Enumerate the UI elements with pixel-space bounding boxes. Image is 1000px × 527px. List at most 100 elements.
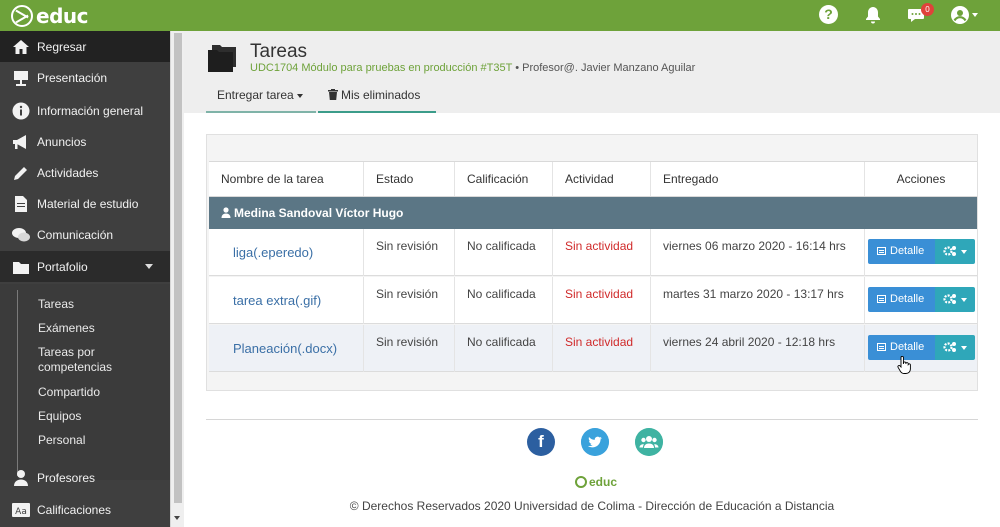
submenu-item-tareas-competencias[interactable]: Tareas por competencias [38, 345, 148, 375]
sidebar-item-profesores[interactable]: Profesores [0, 462, 170, 493]
column-header[interactable]: Calificación [455, 162, 553, 196]
options-dropdown-button[interactable] [935, 239, 975, 264]
submenu-item-compartido[interactable]: Compartido [38, 385, 100, 400]
grade-cell: No calificada [455, 325, 553, 372]
info-icon [12, 102, 30, 119]
sidebar-item-actividades[interactable]: Actividades [0, 157, 170, 188]
table-row: tarea extra(.gif) Sin revisión No califi… [209, 277, 977, 324]
folders-icon [208, 45, 236, 72]
user-icon [221, 207, 231, 218]
tasks-panel: Nombre de la tarea Estado Calificación A… [206, 134, 978, 391]
footer-logo-text: educ [589, 475, 618, 489]
submenu-item-tareas[interactable]: Tareas [38, 297, 74, 312]
options-dropdown-button[interactable] [935, 335, 975, 360]
submenu-item-personal[interactable]: Personal [38, 433, 85, 448]
sidebar-scrollbar[interactable] [170, 31, 184, 527]
delivered-cell: viernes 24 abril 2020 - 12:18 hrs [651, 325, 865, 372]
scroll-down-arrow-icon[interactable] [174, 516, 180, 520]
detail-button[interactable]: Detalle [868, 287, 935, 312]
list-icon [877, 247, 886, 255]
page-title: Tareas [250, 41, 308, 62]
sidebar-item-label: Actividades [37, 165, 99, 180]
pencil-icon [14, 166, 27, 180]
gears-icon [943, 342, 956, 352]
submenu-guide-line [17, 290, 18, 476]
student-group-row: Medina Sandoval Víctor Hugo [209, 197, 977, 229]
svg-text:Aa: Aa [15, 507, 27, 517]
trash-icon [328, 89, 338, 100]
table-row: liga(.eperedo) Sin revisión No calificad… [209, 229, 977, 276]
sidebar-item-material[interactable]: Material de estudio [0, 188, 170, 219]
tab-entregar-tarea[interactable]: Entregar tarea [206, 83, 316, 113]
megaphone-icon [13, 134, 26, 149]
footer-logo: educ [575, 475, 617, 489]
help-icon[interactable]: ? [819, 5, 838, 24]
scrollbar-thumb[interactable] [174, 33, 182, 503]
bell-icon[interactable] [863, 5, 883, 25]
sidebar-item-comunicacion[interactable]: Comunicación [0, 219, 170, 250]
detail-label: Detalle [890, 341, 925, 353]
column-header[interactable]: Entregado [651, 162, 865, 196]
sidebar-item-presentacion[interactable]: Presentación [0, 62, 170, 93]
options-dropdown-button[interactable] [935, 287, 975, 312]
student-name: Medina Sandoval Víctor Hugo [234, 206, 404, 220]
status-cell: Sin revisión [364, 229, 455, 276]
row-actions: Detalle [865, 325, 977, 372]
sidebar-item-regresar[interactable]: Regresar [0, 31, 170, 62]
row-actions: Detalle [865, 229, 977, 276]
task-name-link[interactable]: tarea extra(.gif) [209, 277, 364, 324]
notification-badge: 0 [921, 3, 934, 16]
sidebar-item-label: Comunicación [37, 227, 114, 242]
row-actions: Detalle [865, 277, 977, 324]
user-account-icon[interactable] [950, 5, 970, 25]
page-subtitle: UDC1704 Módulo para pruebas en producció… [250, 62, 695, 74]
activity-cell: Sin actividad [553, 229, 651, 276]
sidebar-item-label: Profesores [37, 470, 96, 485]
detail-button[interactable]: Detalle [868, 239, 935, 264]
task-name-link[interactable]: liga(.eperedo) [209, 229, 364, 276]
column-header[interactable]: Actividad [553, 162, 651, 196]
globe-icon [575, 476, 587, 488]
detail-label: Detalle [890, 245, 925, 257]
chevron-down-icon [961, 250, 967, 254]
footer-divider [206, 419, 978, 420]
sidebar-item-label: Información general [37, 103, 144, 118]
gears-icon [943, 246, 956, 256]
grade-cell: No calificada [455, 229, 553, 276]
teacher-name: • Profesor@. Javier Manzano Aguilar [512, 62, 696, 74]
grade-cell: No calificada [455, 277, 553, 324]
table-row: Planeación(.docx) Sin revisión No califi… [209, 325, 977, 372]
main-content: Tareas UDC1704 Módulo para pruebas en pr… [184, 31, 1000, 527]
sidebar-item-portafolio[interactable]: Portafolio [0, 251, 170, 282]
course-name: UDC1704 Módulo para pruebas en producció… [250, 62, 513, 74]
facebook-icon[interactable]: f [527, 428, 555, 456]
column-header[interactable]: Nombre de la tarea [209, 162, 364, 196]
sidebar-item-label: Regresar [37, 39, 87, 54]
sidebar-item-informacion[interactable]: Información general [0, 95, 170, 126]
task-name-link[interactable]: Planeación(.docx) [209, 325, 364, 372]
submenu-item-equipos[interactable]: Equipos [38, 409, 81, 424]
group-icon[interactable] [635, 428, 663, 456]
twitter-icon[interactable] [581, 428, 609, 456]
sidebar-item-label: Calificaciones [37, 502, 112, 517]
chevron-down-icon [145, 264, 153, 269]
submenu-item-examenes[interactable]: Exámenes [38, 321, 95, 336]
educ-logo[interactable]: educ [11, 4, 88, 28]
sidebar-item-anuncios[interactable]: Anuncios [0, 126, 170, 157]
top-bar: educ ? 0 [0, 0, 1000, 31]
chat-bubbles-icon [12, 227, 30, 241]
sidebar-item-label: Presentación [37, 70, 108, 85]
page-header: Tareas UDC1704 Módulo para pruebas en pr… [184, 31, 1000, 113]
chevron-down-icon [296, 93, 303, 98]
list-icon [877, 343, 886, 351]
column-header[interactable]: Estado [364, 162, 455, 196]
activity-cell: Sin actividad [553, 277, 651, 324]
detail-label: Detalle [890, 293, 925, 305]
chevron-down-icon [961, 346, 967, 350]
chevron-down-icon[interactable] [972, 13, 978, 17]
gears-icon [943, 294, 956, 304]
chevron-down-icon [961, 298, 967, 302]
tab-mis-eliminados[interactable]: Mis eliminados [318, 83, 436, 113]
sidebar-item-label: Anuncios [37, 134, 87, 149]
sidebar-item-calificaciones[interactable]: Aa Calificaciones [0, 494, 170, 525]
